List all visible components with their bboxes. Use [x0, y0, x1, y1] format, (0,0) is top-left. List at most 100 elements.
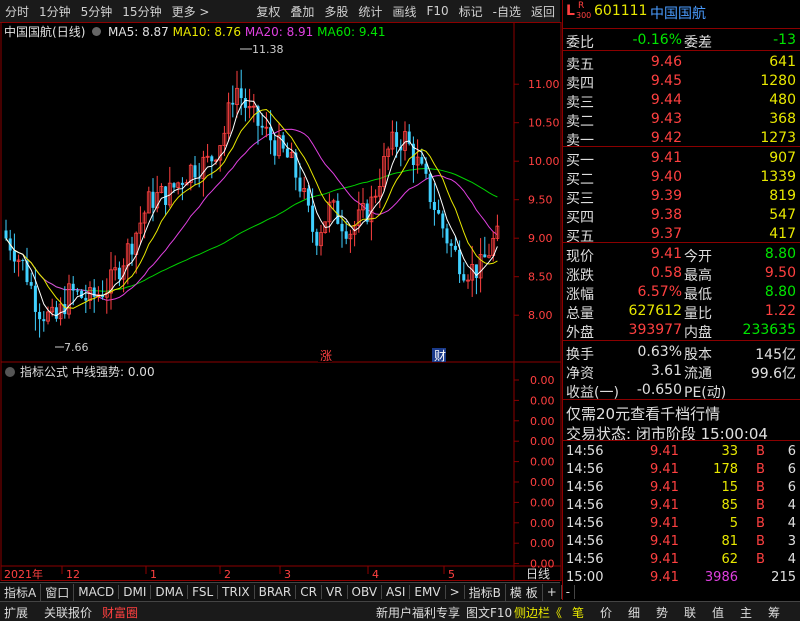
- bid-row: 买二 9.40 1339: [566, 169, 796, 188]
- indicator-tab[interactable]: DMI: [119, 585, 152, 599]
- ma60-legend: MA60: 9.41: [317, 25, 386, 39]
- fin-row: 收益(一) -0.650 PE(动): [566, 382, 727, 401]
- candle: [88, 281, 92, 309]
- indicator-title[interactable]: 指标公式: [20, 364, 68, 379]
- indicator-tab[interactable]: FSL: [188, 585, 219, 599]
- indicator-tab[interactable]: 窗口: [41, 583, 75, 601]
- indicator-tab[interactable]: >: [446, 585, 465, 599]
- sidebar-toggle[interactable]: 侧边栏《: [514, 604, 562, 621]
- side-tab[interactable]: 笔: [572, 604, 584, 621]
- indicator-tab[interactable]: EMV: [410, 585, 446, 599]
- candle: [269, 110, 273, 155]
- quote-stock-name: 中国国航: [650, 6, 706, 22]
- draw-line-button[interactable]: 画线: [387, 3, 421, 20]
- indicator-tab[interactable]: ASI: [382, 585, 411, 599]
- ma20-line: [5, 128, 498, 301]
- remove-watchlist-button[interactable]: -自选: [488, 3, 526, 20]
- indicator-tab[interactable]: 指标A: [0, 583, 42, 601]
- indicator-tab[interactable]: CR: [296, 585, 322, 599]
- tick-row: 14:56 9.41 178 B 6: [566, 462, 796, 477]
- indicator-tab[interactable]: TRIX: [218, 585, 255, 599]
- indicator-tab[interactable]: 指标B: [465, 583, 506, 601]
- marker-cai[interactable]: 财: [434, 349, 446, 363]
- indicator-dropdown-icon[interactable]: [5, 367, 15, 377]
- related-quote-button[interactable]: 关联报价: [44, 604, 92, 621]
- overlay-button[interactable]: 叠加: [285, 3, 319, 20]
- date-tick: 4: [372, 568, 379, 581]
- period-1min-button[interactable]: 1分钟: [34, 3, 76, 20]
- candle: [264, 112, 269, 138]
- candle: [432, 183, 436, 226]
- indicator-tabs: 指标A 窗口 MACD DMI DMA FSL TRIX BRAR CR VR OBV ASI EMV >…: [0, 582, 576, 601]
- side-tab[interactable]: 联: [684, 604, 696, 621]
- indicator-tick: 0.00: [530, 394, 555, 407]
- indicator-tick: 0.00: [530, 517, 555, 530]
- ma-path: [5, 108, 498, 309]
- side-tab[interactable]: 势: [656, 604, 668, 621]
- stat-row: 现价 9.41 今开 8.80: [566, 246, 796, 265]
- indicator-tab[interactable]: DMA: [151, 585, 189, 599]
- side-tab[interactable]: 筹: [768, 604, 780, 621]
- high-price-label: 11.38: [252, 43, 284, 56]
- candle: [29, 272, 33, 290]
- side-tab[interactable]: 价: [600, 604, 612, 621]
- candle: [390, 120, 395, 156]
- stat-row: 外盘 393977 内盘 233635: [566, 322, 796, 341]
- chart-toolbar: 分时 1分钟 5分钟 15分钟 更多 > 复权 叠加 多股 统计 画线 F10 …: [0, 0, 560, 23]
- ma5-line: [5, 99, 498, 317]
- multi-stock-button[interactable]: 多股: [319, 3, 353, 20]
- f10-text-button[interactable]: 图文F10: [466, 604, 512, 621]
- date-axis: 2021年 12 1 2 3 4 5: [4, 566, 455, 581]
- back-button[interactable]: 返回: [526, 3, 560, 20]
- candle: [125, 238, 130, 285]
- statistics-button[interactable]: 统计: [353, 3, 387, 20]
- side-tab[interactable]: 值: [712, 604, 724, 621]
- ma5-legend: MA5: 8.87: [108, 25, 169, 39]
- indicator-tab[interactable]: 模 板: [506, 583, 543, 601]
- date-tick: 3: [284, 568, 291, 581]
- candle: [84, 284, 88, 314]
- candle: [54, 300, 58, 322]
- period-15min-button[interactable]: 15分钟: [117, 3, 166, 20]
- period-more-button[interactable]: 更多 >: [167, 3, 215, 20]
- indicator-tab[interactable]: +: [543, 585, 562, 599]
- period-5min-button[interactable]: 5分钟: [76, 3, 118, 20]
- candle: [373, 189, 378, 204]
- tick-row: 14:56 9.41 33 B 6: [566, 444, 796, 459]
- indicator-tick: 0.00: [530, 496, 555, 509]
- tick-row: 14:56 9.41 5 B 4: [566, 516, 796, 531]
- candle: [176, 181, 181, 195]
- period-minute-button[interactable]: 分时: [0, 3, 34, 20]
- side-tab[interactable]: 主: [740, 604, 752, 621]
- new-user-benefit-link[interactable]: 新用户福利专享: [376, 604, 460, 621]
- restore-rights-button[interactable]: 复权: [251, 3, 285, 20]
- ask-row: 卖二 9.43 368: [566, 111, 796, 130]
- period-button[interactable]: 日线: [526, 567, 550, 581]
- mark-button[interactable]: 标记: [454, 3, 488, 20]
- kline-chart[interactable]: 11.0010.5010.009.509.008.508.00 0.000.00…: [0, 22, 562, 582]
- bid-row: 买五 9.37 417: [566, 226, 796, 245]
- marker-zhang[interactable]: 涨: [320, 348, 332, 363]
- candle: [251, 93, 256, 123]
- candle: [92, 279, 96, 313]
- price-tick: 9.50: [528, 194, 553, 207]
- tick-row: 15:00 9.41 3986 215: [566, 570, 796, 585]
- candle: [188, 163, 193, 191]
- legend-dropdown-icon[interactable]: [92, 27, 102, 36]
- side-tab[interactable]: 细: [628, 604, 640, 621]
- expand-button[interactable]: 扩展: [4, 604, 28, 621]
- candle: [67, 274, 71, 319]
- candle: [399, 139, 403, 167]
- indicator-tab[interactable]: MACD: [74, 585, 120, 599]
- indicator-tab[interactable]: VR: [322, 585, 348, 599]
- candle: [483, 236, 487, 258]
- indicator-tab[interactable]: BRAR: [255, 585, 297, 599]
- promo-banner[interactable]: 仅需20元查看千档行情: [566, 401, 800, 423]
- candle: [243, 88, 247, 122]
- f10-button[interactable]: F10: [421, 4, 453, 18]
- candle: [113, 255, 118, 281]
- bottom-bar: 扩展 关联报价 财富圈 新用户福利专享 图文F10 侧边栏《 笔价细势联值主筹: [0, 601, 800, 621]
- wealth-circle-button[interactable]: 财富圈: [102, 604, 138, 621]
- indicator-tab[interactable]: OBV: [348, 585, 383, 599]
- chart-period: (日线): [52, 25, 86, 39]
